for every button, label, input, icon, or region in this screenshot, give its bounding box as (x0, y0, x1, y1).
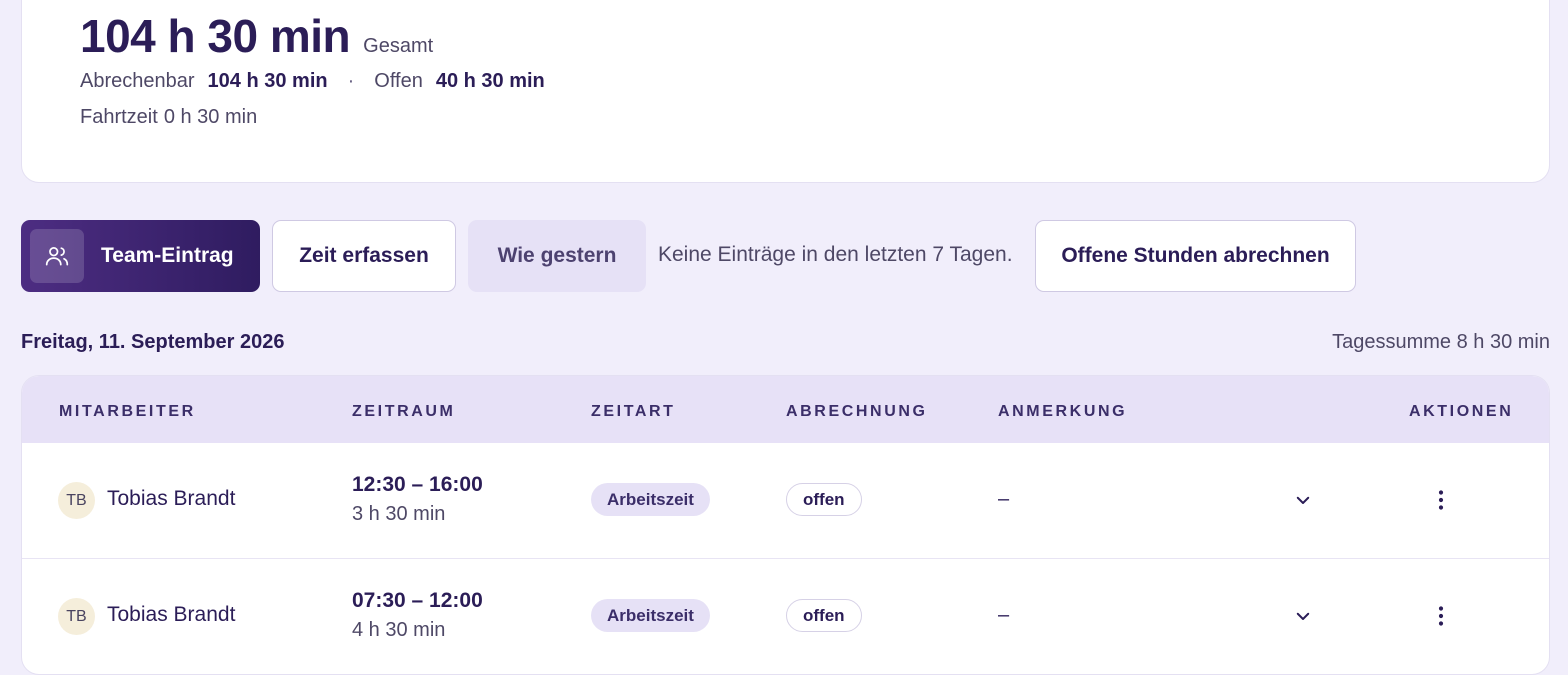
travel-time: Fahrtzeit 0 h 30 min (80, 106, 257, 129)
billable-value: 104 h 30 min (207, 70, 328, 92)
chevron-down-icon[interactable] (1294, 491, 1312, 509)
table-row: TB Tobias Brandt 12:30 – 16:00 3 h 30 mi… (22, 443, 1549, 558)
day-title: Freitag, 11. September 2026 (21, 331, 285, 353)
employee-name: Tobias Brandt (107, 487, 236, 510)
note-text: – (998, 604, 1010, 626)
time-type-badge: Arbeitszeit (591, 599, 710, 632)
avatar: TB (58, 598, 95, 635)
time-summary-card: 104 h 30 min Gesamt Abrechenbar 104 h 30… (21, 0, 1550, 183)
time-range: 12:30 – 16:00 (352, 473, 483, 496)
note-text: – (998, 488, 1010, 510)
total-label: Gesamt (363, 35, 434, 57)
chevron-down-icon[interactable] (1294, 607, 1312, 625)
travel-label: Fahrtzeit (80, 106, 158, 128)
avatar: TB (58, 482, 95, 519)
column-header-billing: ABRECHNUNG (786, 403, 928, 420)
column-header-actions: AKTIONEN (1409, 403, 1514, 420)
time-type-badge: Arbeitszeit (591, 483, 710, 516)
no-recent-entries-hint: Keine Einträge in den letzten 7 Tagen. (658, 243, 1013, 266)
total-hours: 104 h 30 min (80, 10, 351, 62)
separator-dot: · (347, 70, 355, 92)
time-entries-table: MITARBEITER ZEITRAUM ZEITART ABRECHNUNG … (21, 375, 1550, 675)
day-sum-label: Tagessumme (1332, 331, 1452, 353)
like-yesterday-button[interactable]: Wie gestern (468, 220, 646, 292)
more-vertical-icon[interactable] (1429, 488, 1453, 512)
duration: 3 h 30 min (352, 503, 446, 525)
employee-name: Tobias Brandt (107, 603, 236, 626)
time-range: 07:30 – 12:00 (352, 589, 483, 612)
column-header-time-type: ZEITART (591, 403, 676, 420)
day-sum: Tagessumme 8 h 30 min (1332, 331, 1550, 354)
team-entry-label: Team-Eintrag (101, 244, 234, 267)
team-entry-button[interactable]: Team-Eintrag (21, 220, 260, 292)
day-sum-value: 8 h 30 min (1456, 331, 1550, 353)
column-header-note: ANMERKUNG (998, 403, 1128, 420)
table-header: MITARBEITER ZEITRAUM ZEITART ABRECHNUNG … (22, 376, 1549, 443)
total-row: 104 h 30 min Gesamt (80, 9, 433, 63)
billing-status-badge: offen (786, 599, 862, 632)
billable-label: Abrechenbar (80, 70, 195, 92)
more-vertical-icon[interactable] (1429, 604, 1453, 628)
billing-summary: Abrechenbar 104 h 30 min · Offen 40 h 30… (80, 70, 545, 93)
duration: 4 h 30 min (352, 619, 446, 641)
travel-value: 0 h 30 min (163, 106, 258, 128)
open-label: Offen (374, 70, 423, 92)
billing-status-badge: offen (786, 483, 862, 516)
open-value: 40 h 30 min (435, 70, 545, 92)
column-header-period: ZEITRAUM (352, 403, 456, 420)
record-time-button[interactable]: Zeit erfassen (272, 220, 456, 292)
column-header-employee: MITARBEITER (59, 403, 196, 420)
users-icon (30, 229, 84, 283)
bill-open-hours-button[interactable]: Offene Stunden abrechnen (1035, 220, 1356, 292)
table-row: TB Tobias Brandt 07:30 – 12:00 4 h 30 mi… (22, 558, 1549, 673)
